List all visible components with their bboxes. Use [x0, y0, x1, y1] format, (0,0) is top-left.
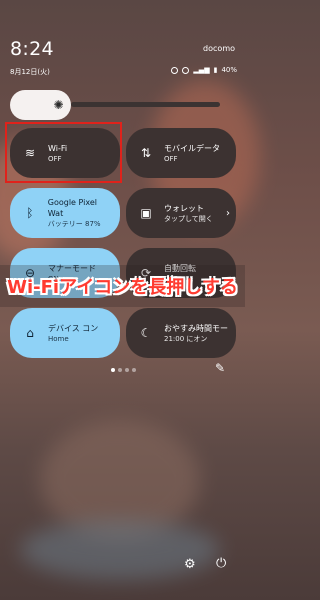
edit-icon[interactable]: ✎ — [215, 361, 225, 375]
bluetooth-icon: ᛒ — [26, 206, 34, 220]
tile-title: おやすみ時間モー — [164, 323, 228, 333]
settings-icon[interactable]: ⚙ — [184, 557, 196, 572]
battery-icon: ▮ — [213, 66, 218, 74]
instruction-banner: Wi-Fiアイコンを長押しする — [0, 265, 245, 307]
battery-percent: 40% — [221, 66, 237, 74]
tile-title: モバイルデータ — [164, 143, 220, 153]
page-dot — [132, 368, 136, 372]
date-label: 8月12日(火) — [10, 68, 50, 76]
tile-bluetooth[interactable]: ᛒ Google Pixel Wat バッテリー 87% — [10, 188, 120, 238]
tile-subtitle: 21:00 にオン — [164, 334, 208, 343]
bedtime-icon: ☾ — [140, 326, 152, 340]
brightness-icon: ✺ — [53, 98, 64, 112]
page-dot — [111, 368, 115, 372]
status-icons: ▂▄▆ ▮ 40% — [171, 66, 237, 74]
home-icon: ⌂ — [26, 326, 34, 340]
brightness-track[interactable] — [70, 102, 220, 107]
brightness-slider[interactable]: ✺ — [10, 90, 220, 120]
tile-subtitle: Home — [48, 334, 69, 343]
tile-title: デバイス コン — [48, 323, 99, 333]
tile-device-controls[interactable]: ⌂ デバイス コン Home — [10, 308, 120, 358]
tile-bedtime[interactable]: ☾ おやすみ時間モー 21:00 にオン — [126, 308, 236, 358]
wallet-icon: ▣ — [140, 206, 152, 220]
signal-icon: ▂▄▆ — [193, 66, 210, 74]
dnd-icon — [182, 66, 190, 74]
tile-mobile-data[interactable]: ⇅ モバイルデータ OFF — [126, 128, 236, 178]
tile-title: Google Pixel Wat — [47, 198, 98, 218]
wifi-highlight-box — [5, 122, 122, 183]
tile-subtitle: OFF — [164, 154, 178, 163]
tile-subtitle: タップして開く — [164, 214, 213, 223]
tile-title: ウォレット — [164, 203, 204, 213]
clock: 8:24 — [10, 38, 54, 60]
page-indicator — [111, 368, 136, 372]
power-icon[interactable]: ⏻ — [216, 556, 226, 571]
page-dot — [118, 368, 122, 372]
carrier-label: docomo — [203, 44, 235, 53]
tile-wallet[interactable]: ▣ ウォレット タップして開く › — [126, 188, 236, 238]
chevron-right-icon: › — [226, 207, 230, 219]
mobile-data-icon: ⇅ — [140, 146, 152, 160]
page-dot — [125, 368, 129, 372]
tile-subtitle: バッテリー 87% — [47, 220, 101, 228]
alarm-icon — [171, 66, 179, 74]
